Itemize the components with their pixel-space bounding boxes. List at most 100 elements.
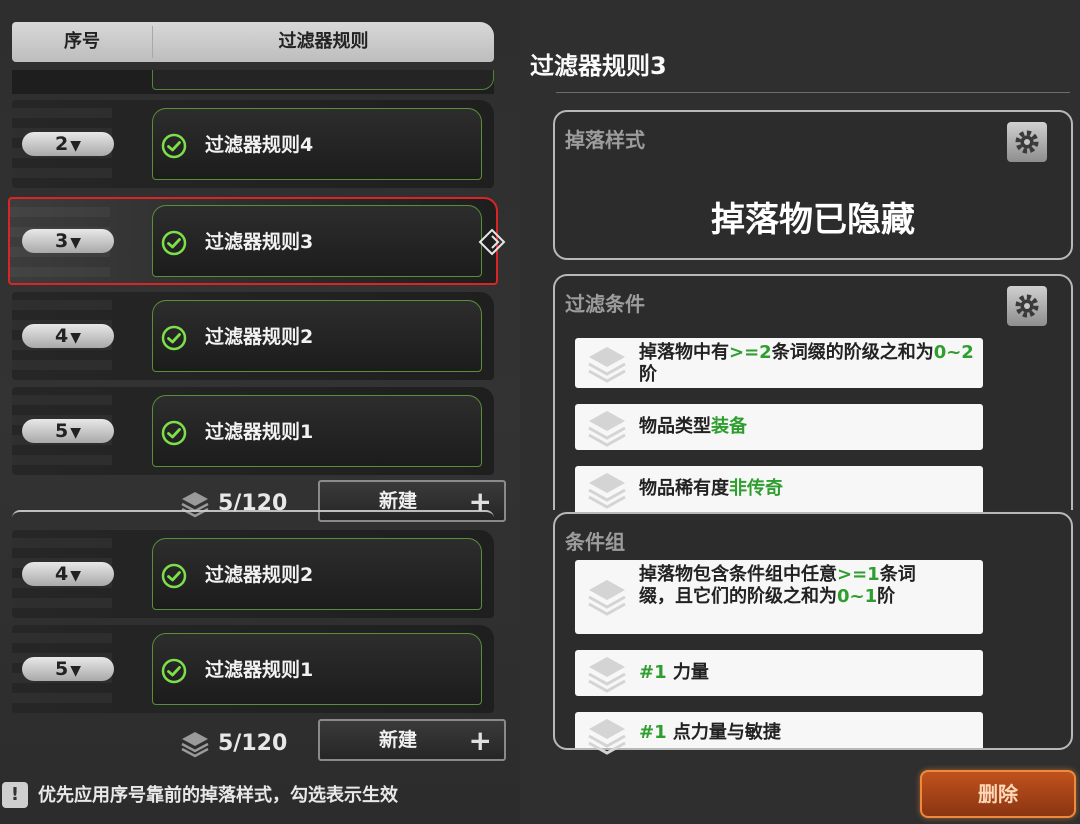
condition-text: 物品类型装备 bbox=[639, 416, 975, 438]
index-value: 4 bbox=[54, 325, 69, 347]
index-value: 5 bbox=[54, 420, 69, 442]
chevron-down-icon: ▼ bbox=[70, 568, 81, 584]
title-underline bbox=[556, 92, 1070, 93]
rule-name: 过滤器规则2 bbox=[205, 564, 314, 586]
rule-name: 过滤器规则2 bbox=[205, 326, 314, 348]
value-highlight: #1 bbox=[639, 722, 667, 743]
rule-card[interactable]: 过滤器规则3 bbox=[152, 205, 482, 277]
index-value: 3 bbox=[54, 230, 69, 252]
rule-name: 过滤器规则3 bbox=[205, 231, 314, 253]
check-circle-icon[interactable] bbox=[161, 658, 187, 684]
index-dropdown[interactable]: 4 ▼ bbox=[22, 324, 114, 348]
condition-item[interactable]: 掉落物中有>=2条词缀的阶级之和为0~2 阶 bbox=[575, 338, 983, 388]
rule-name: 过滤器规则1 bbox=[205, 421, 314, 443]
text-part: 阶 bbox=[639, 364, 657, 385]
rule-row[interactable]: 5 ▼ 过滤器规则1 bbox=[12, 387, 494, 475]
value-highlight: #1 bbox=[639, 662, 667, 683]
detail-title: 过滤器规则3 bbox=[530, 52, 667, 80]
condition-group-label: 条件组 bbox=[565, 530, 625, 554]
index-dropdown[interactable]: 5 ▼ bbox=[22, 419, 114, 443]
filter-conditions-label: 过滤条件 bbox=[565, 292, 645, 316]
text-part: 掉落物包含条件组中任意 bbox=[639, 564, 837, 585]
value-highlight: >=2 bbox=[729, 342, 772, 363]
drop-style-value: 掉落物已隐藏 bbox=[711, 200, 915, 240]
text-part: 阶 bbox=[877, 586, 896, 607]
value-highlight: 装备 bbox=[711, 416, 747, 437]
rule-row[interactable]: 2 ▼ 过滤器规则4 bbox=[12, 100, 494, 188]
index-dropdown[interactable]: 2 ▼ bbox=[22, 132, 114, 156]
chevron-down-icon: ▼ bbox=[70, 425, 81, 441]
list-divider bbox=[12, 510, 494, 520]
condition-item[interactable]: 物品类型装备 bbox=[575, 404, 983, 450]
layers-icon bbox=[588, 347, 626, 383]
text-part: 条词缀的阶级之和为 bbox=[771, 342, 934, 363]
index-value: 5 bbox=[54, 658, 69, 680]
condition-group-panel: 条件组 掉落物包含条件组中任意>=1条词缀，且它们的阶级之和为0~1阶 #1 力… bbox=[553, 512, 1073, 755]
rule-card-partial bbox=[152, 70, 494, 90]
text-part: 物品类型 bbox=[639, 416, 711, 437]
rule-row[interactable]: 5 ▼ 过滤器规则1 bbox=[12, 625, 494, 713]
layers-icon bbox=[588, 719, 626, 755]
condition-item[interactable]: 掉落物包含条件组中任意>=1条词缀，且它们的阶级之和为0~1阶 bbox=[575, 560, 983, 634]
check-circle-icon[interactable] bbox=[161, 325, 187, 351]
chevron-down-icon: ▼ bbox=[70, 663, 81, 679]
layers-icon bbox=[588, 580, 626, 616]
rule-card[interactable]: 过滤器规则1 bbox=[152, 395, 482, 467]
condition-text: #1 点力量与敏捷 bbox=[639, 722, 975, 744]
index-dropdown[interactable]: 5 ▼ bbox=[22, 657, 114, 681]
list-row-partial bbox=[12, 70, 494, 94]
condition-text: 掉落物中有>=2条词缀的阶级之和为0~2 阶 bbox=[639, 342, 975, 386]
condition-text: 物品稀有度非传奇 bbox=[639, 478, 975, 500]
tip-text: 优先应用序号靠前的掉落样式，勾选表示生效 bbox=[38, 785, 398, 806]
count-text: 5/120 bbox=[218, 731, 288, 756]
layers-icon bbox=[181, 732, 209, 758]
chevron-down-icon: ▼ bbox=[70, 138, 81, 154]
rule-name: 过滤器规则4 bbox=[205, 134, 314, 156]
text-part: 掉落物中有 bbox=[639, 342, 729, 363]
index-dropdown[interactable]: 4 ▼ bbox=[22, 562, 114, 586]
filter-conditions-settings-button[interactable] bbox=[1007, 286, 1047, 326]
condition-item[interactable]: #1 点力量与敏捷 bbox=[575, 712, 983, 755]
rule-row[interactable]: 4 ▼ 过滤器规则2 bbox=[12, 530, 494, 618]
rule-row-selected[interactable]: 3 ▼ 过滤器规则3 bbox=[8, 197, 498, 285]
new-rule-button[interactable]: 新建 + bbox=[318, 719, 506, 761]
condition-item[interactable]: #1 力量 bbox=[575, 650, 983, 696]
rule-row[interactable]: 4 ▼ 过滤器规则2 bbox=[12, 292, 494, 380]
text-part: 物品稀有度 bbox=[639, 478, 729, 499]
rule-card[interactable]: 过滤器规则2 bbox=[152, 300, 482, 372]
layers-icon bbox=[588, 473, 626, 509]
rule-name: 过滤器规则1 bbox=[205, 659, 314, 681]
check-circle-icon[interactable] bbox=[161, 133, 187, 159]
drop-style-label: 掉落样式 bbox=[565, 128, 645, 152]
index-value: 2 bbox=[54, 133, 69, 155]
rule-card[interactable]: 过滤器规则4 bbox=[152, 108, 482, 180]
check-circle-icon[interactable] bbox=[161, 563, 187, 589]
delete-button[interactable]: 删除 bbox=[920, 770, 1076, 818]
warning-icon: ! bbox=[2, 782, 28, 808]
value-highlight: 非传奇 bbox=[729, 478, 783, 499]
condition-text: #1 力量 bbox=[639, 662, 975, 684]
drop-style-panel: 掉落样式 掉落物已隐藏 bbox=[553, 110, 1073, 260]
check-circle-icon[interactable] bbox=[161, 420, 187, 446]
selection-arrow-icon bbox=[478, 228, 506, 256]
gear-icon bbox=[1015, 294, 1039, 318]
condition-text: 掉落物包含条件组中任意>=1条词缀，且它们的阶级之和为0~1阶 bbox=[639, 564, 923, 608]
check-circle-icon[interactable] bbox=[161, 230, 187, 256]
rule-card[interactable]: 过滤器规则2 bbox=[152, 538, 482, 610]
layers-icon bbox=[588, 657, 626, 693]
list-header: 序号 过滤器规则 bbox=[12, 22, 494, 62]
drop-style-settings-button[interactable] bbox=[1007, 122, 1047, 162]
chevron-down-icon: ▼ bbox=[70, 235, 81, 251]
value-highlight: >=1 bbox=[837, 564, 880, 585]
value-highlight: 0~2 bbox=[933, 342, 974, 363]
condition-item[interactable]: 物品稀有度非传奇 bbox=[575, 466, 983, 512]
rule-card[interactable]: 过滤器规则1 bbox=[152, 633, 482, 705]
text-part: 力量 bbox=[666, 662, 709, 683]
gear-icon bbox=[1015, 130, 1039, 154]
plus-icon: + bbox=[468, 724, 492, 757]
header-index-label: 序号 bbox=[64, 31, 100, 52]
new-button-label: 新建 bbox=[378, 729, 417, 751]
index-value: 4 bbox=[54, 563, 69, 585]
layers-icon bbox=[588, 411, 626, 447]
index-dropdown[interactable]: 3 ▼ bbox=[22, 229, 114, 253]
